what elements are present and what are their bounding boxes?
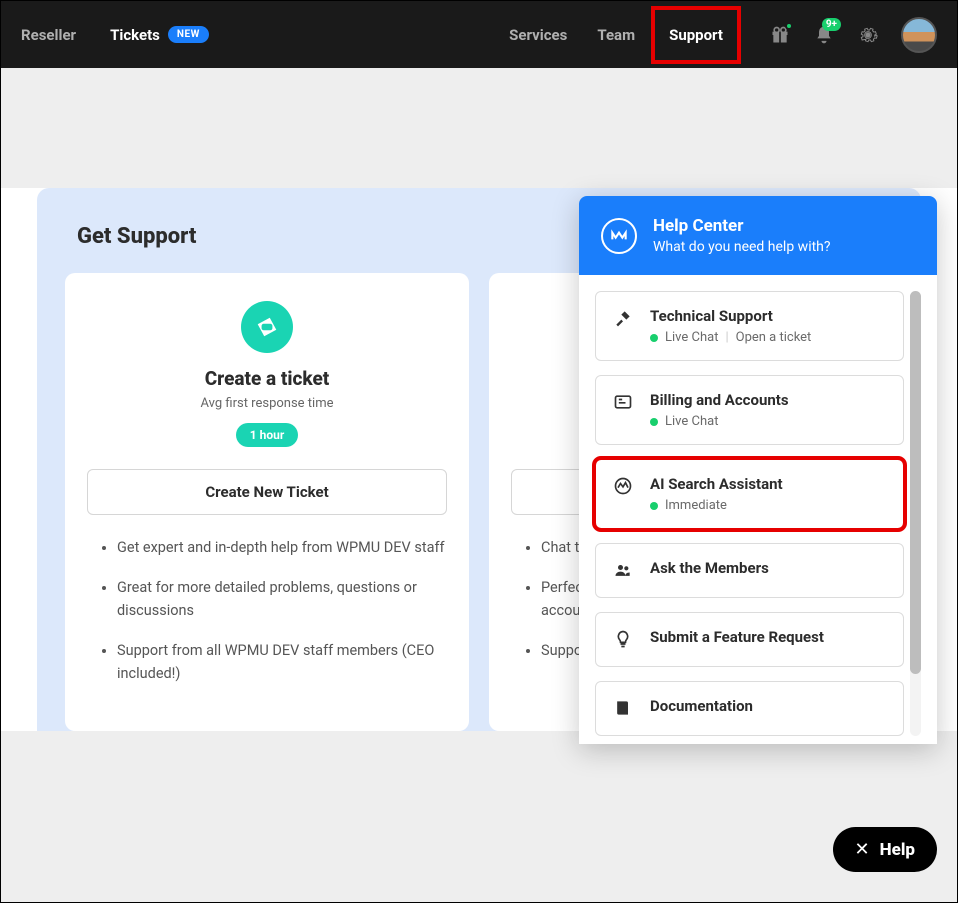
status-dot-icon [650, 418, 658, 426]
billing-icon [612, 391, 634, 413]
card-ticket-pill: 1 hour [236, 423, 298, 447]
popover-item-title: AI Search Assistant [650, 475, 783, 493]
nav-services[interactable]: Services [509, 26, 567, 44]
popover-item-status: Live Chat [665, 330, 718, 345]
wpmu-logo-icon [601, 218, 637, 254]
ai-icon [612, 475, 634, 497]
card-ticket-title: Create a ticket [205, 367, 330, 390]
new-badge: NEW [168, 26, 209, 43]
bulb-icon [612, 628, 634, 650]
popover-item-documentation[interactable]: Documentation [595, 681, 904, 736]
popover-item-technical-support[interactable]: Technical Support Live Chat | Open a tic… [595, 291, 904, 361]
gear-icon[interactable] [857, 24, 879, 46]
nav-reseller[interactable]: Reseller [21, 26, 76, 44]
ticket-bullet: Great for more detailed problems, questi… [117, 577, 447, 622]
help-toggle-button[interactable]: ✕ Help [833, 827, 937, 872]
members-icon [612, 559, 634, 581]
popover-header: Help Center What do you need help with? [579, 196, 937, 275]
help-center-popover: Help Center What do you need help with? … [579, 196, 937, 744]
nav-tickets[interactable]: Tickets NEW [110, 26, 209, 44]
popover-item-title: Billing and Accounts [650, 391, 789, 409]
popover-item-status: Immediate [665, 498, 727, 513]
nav-team[interactable]: Team [597, 26, 635, 44]
avatar[interactable] [901, 17, 937, 53]
scrollbar-thumb[interactable] [910, 291, 921, 674]
popover-item-billing[interactable]: Billing and Accounts Live Chat [595, 375, 904, 445]
gift-dot-icon [785, 22, 793, 30]
help-label: Help [880, 840, 915, 860]
popover-item-title: Submit a Feature Request [650, 628, 824, 646]
popover-title: Help Center [653, 216, 831, 236]
popover-subtitle: What do you need help with? [653, 239, 831, 255]
popover-item-title: Technical Support [650, 307, 811, 325]
page-banner [1, 68, 957, 188]
popover-item-title: Documentation [650, 697, 753, 715]
create-ticket-button[interactable]: Create New Ticket [87, 469, 447, 515]
gift-icon[interactable] [769, 24, 791, 46]
ticket-icon [241, 301, 293, 353]
popover-item-status: Live Chat [665, 414, 718, 429]
popover-scrollbar[interactable] [910, 291, 921, 736]
card-create-ticket: Create a ticket Avg first response time … [65, 273, 469, 731]
ticket-bullet: Get expert and in-depth help from WPMU D… [117, 537, 447, 559]
bell-icon[interactable]: 9+ [813, 24, 835, 46]
popover-item-ask-members[interactable]: Ask the Members [595, 543, 904, 598]
status-dot-icon [650, 502, 658, 510]
notification-count-badge: 9+ [822, 18, 841, 31]
nav-support[interactable]: Support [669, 26, 723, 44]
popover-item-title: Ask the Members [650, 559, 769, 577]
popover-item-ai-search[interactable]: AI Search Assistant Immediate [595, 459, 904, 529]
top-navbar: Reseller Tickets NEW Services Team Suppo… [1, 1, 957, 68]
nav-support-highlight: Support [651, 6, 741, 64]
card-ticket-sub: Avg first response time [200, 396, 333, 411]
status-dot-icon [650, 334, 658, 342]
book-icon [612, 697, 634, 719]
tools-icon [612, 307, 634, 329]
close-icon: ✕ [855, 839, 870, 860]
popover-item-feature-request[interactable]: Submit a Feature Request [595, 612, 904, 667]
popover-item-extra: Open a ticket [736, 330, 812, 345]
ticket-bullet: Support from all WPMU DEV staff members … [117, 640, 447, 685]
nav-tickets-label: Tickets [110, 26, 160, 44]
